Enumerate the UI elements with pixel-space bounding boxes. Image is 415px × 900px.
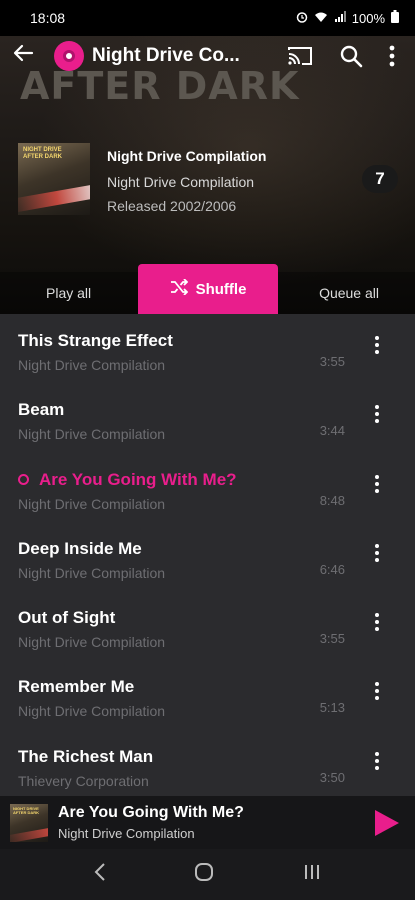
track-row[interactable]: The Richest Man Thievery Corporation 3:5… xyxy=(0,730,415,796)
track-menu-icon[interactable] xyxy=(373,751,381,770)
track-menu-icon[interactable] xyxy=(373,682,381,701)
track-duration: 5:13 xyxy=(319,700,345,716)
album-artist: Night Drive Compilation xyxy=(107,174,255,190)
album-info: NIGHT DRIVE AFTER DARK Night Drive Compi… xyxy=(18,143,398,215)
track-menu-icon[interactable] xyxy=(373,474,381,493)
mini-player[interactable]: NIGHT DRIVE AFTER DARK Are You Going With… xyxy=(0,796,415,849)
track-row[interactable]: This Strange Effect Night Drive Compilat… xyxy=(0,314,415,383)
track-list: This Strange Effect Night Drive Compilat… xyxy=(0,314,415,796)
track-duration: 3:55 xyxy=(319,631,345,647)
queue-all-button[interactable]: Queue all xyxy=(319,285,379,301)
track-title: Deep Inside Me xyxy=(18,538,142,558)
status-icons: 100% xyxy=(296,10,399,26)
mini-player-artist: Night Drive Compilation xyxy=(58,826,195,841)
status-bar: 18:08 100% xyxy=(0,0,415,36)
track-artist: Night Drive Compilation xyxy=(18,634,166,651)
track-title: Are You Going With Me? xyxy=(39,469,237,489)
nav-recents-icon[interactable] xyxy=(303,864,321,885)
track-row[interactable]: Deep Inside Me Night Drive Compilation 6… xyxy=(0,522,415,591)
search-icon[interactable] xyxy=(339,44,363,68)
mini-player-cover: NIGHT DRIVE AFTER DARK xyxy=(10,803,48,842)
track-menu-icon[interactable] xyxy=(373,336,381,354)
alarm-icon xyxy=(296,11,308,26)
track-count-badge: 7 xyxy=(362,165,398,193)
track-menu-icon[interactable] xyxy=(373,405,381,424)
shuffle-label: Shuffle xyxy=(195,280,247,298)
track-menu-icon[interactable] xyxy=(373,613,381,632)
battery-percent: 100% xyxy=(351,10,385,26)
cast-icon[interactable] xyxy=(287,45,313,67)
track-artist: Night Drive Compilation xyxy=(18,357,166,373)
shuffle-button[interactable]: Shuffle xyxy=(138,264,278,314)
signal-icon xyxy=(334,10,346,26)
cover-text-line1: NIGHT DRIVE xyxy=(23,147,62,153)
track-row[interactable]: Beam Night Drive Compilation 3:44 xyxy=(0,383,415,452)
track-artist: Night Drive Compilation xyxy=(18,426,166,443)
mini-player-title: Are You Going With Me? xyxy=(58,804,244,821)
wifi-icon xyxy=(314,11,328,26)
album-name: Night Drive Compilation xyxy=(107,148,267,164)
arrow-left-icon[interactable] xyxy=(12,42,48,71)
track-duration: 3:44 xyxy=(319,423,345,439)
track-duration: 6:46 xyxy=(319,561,345,577)
track-duration: 8:48 xyxy=(319,492,345,508)
app-bar: Night Drive Co... xyxy=(0,36,415,76)
track-title: This Strange Effect xyxy=(18,331,173,350)
track-artist: Thievery Corporation xyxy=(18,772,149,789)
status-time: 18:08 xyxy=(30,10,66,26)
track-duration: 3:55 xyxy=(319,354,345,369)
playback-controls: Play all Shuffle Queue all xyxy=(0,264,415,314)
track-artist: Night Drive Compilation xyxy=(18,495,166,512)
track-row-active[interactable]: Are You Going With Me? Night Drive Compi… xyxy=(0,453,415,522)
track-row[interactable]: Out of Sight Night Drive Compilation 3:5… xyxy=(0,591,415,660)
now-playing-icon xyxy=(18,474,29,486)
track-row[interactable]: Remember Me Night Drive Compilation 5:13 xyxy=(0,660,415,729)
page-title: Night Drive Co... xyxy=(92,45,240,66)
cover-text-line2: AFTER DARK xyxy=(23,154,62,160)
track-title: Remember Me xyxy=(18,677,135,697)
track-title: The Richest Man xyxy=(18,746,154,766)
more-vert-icon[interactable] xyxy=(389,45,395,67)
shuffle-icon xyxy=(170,277,188,300)
app-logo-icon xyxy=(54,41,84,71)
system-nav-bar xyxy=(0,849,415,900)
track-title: Beam xyxy=(18,400,65,420)
battery-icon xyxy=(391,10,399,26)
track-artist: Night Drive Compilation xyxy=(18,703,166,720)
play-icon[interactable] xyxy=(375,810,399,836)
track-title: Out of Sight xyxy=(18,608,116,628)
nav-home-icon[interactable] xyxy=(194,862,214,887)
album-released: Released 2002/2006 xyxy=(107,198,237,214)
album-cover: NIGHT DRIVE AFTER DARK xyxy=(18,143,90,215)
nav-back-icon[interactable] xyxy=(94,863,106,886)
play-all-button[interactable]: Play all xyxy=(46,285,91,301)
track-artist: Night Drive Compilation xyxy=(18,564,166,581)
track-menu-icon[interactable] xyxy=(373,543,381,562)
track-duration: 3:50 xyxy=(319,769,345,785)
